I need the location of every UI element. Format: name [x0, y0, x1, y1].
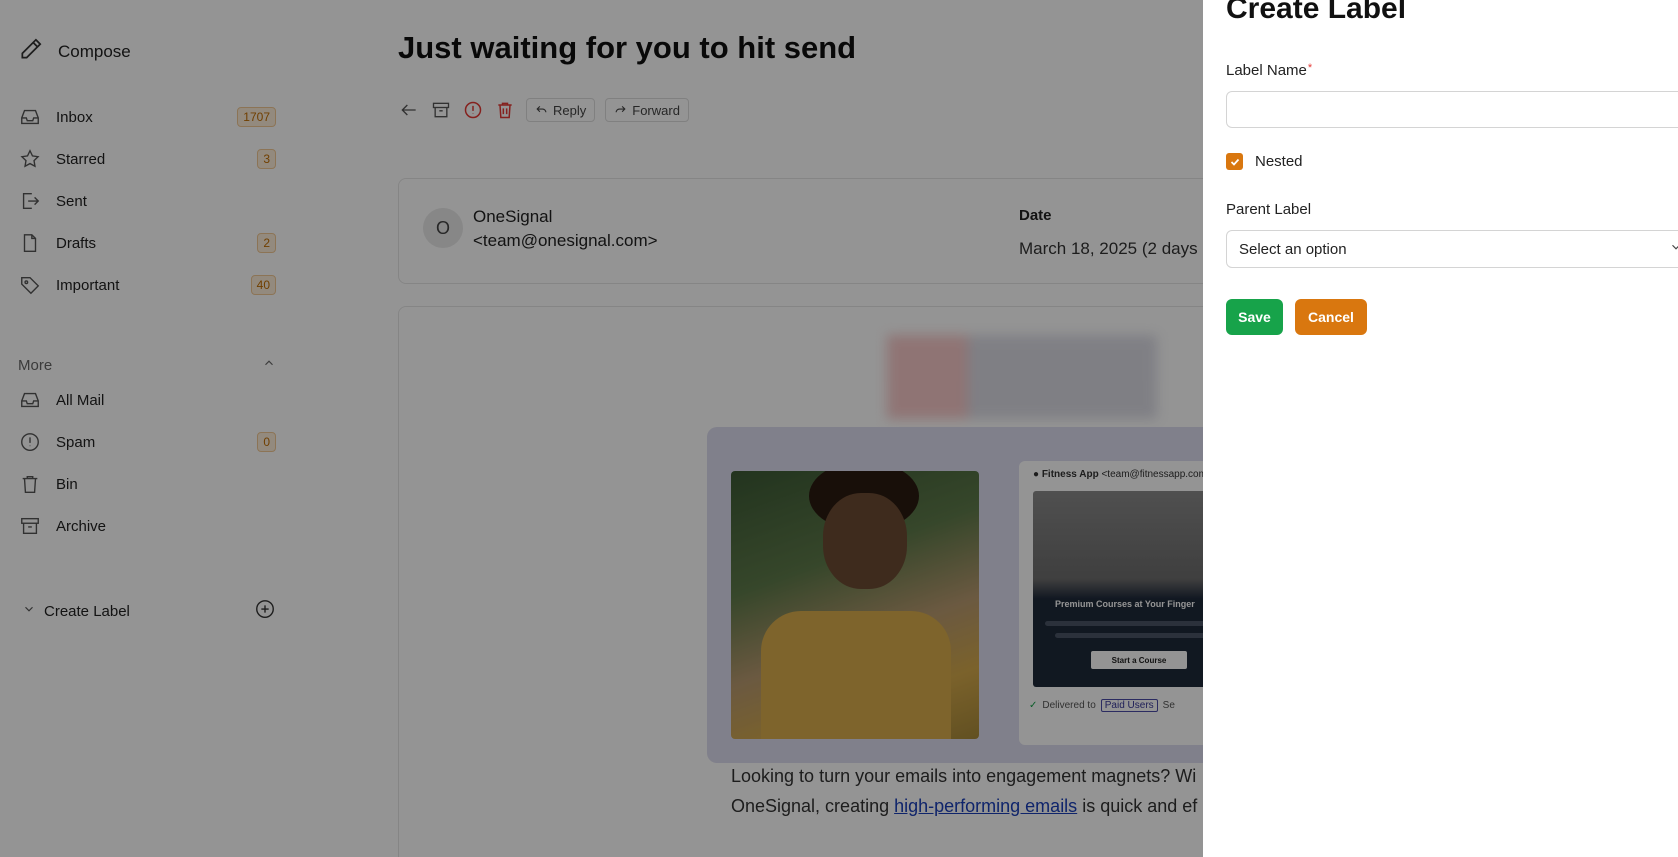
drawer-title: Create Label [1226, 0, 1407, 25]
save-button[interactable]: Save [1226, 299, 1283, 335]
label-name-input[interactable] [1226, 91, 1678, 128]
nested-checkbox-row[interactable]: Nested [1226, 153, 1303, 170]
chevron-down-icon [1669, 240, 1678, 258]
select-placeholder: Select an option [1239, 240, 1347, 258]
nested-label: Nested [1255, 153, 1303, 170]
parent-label-label: Parent Label [1226, 201, 1312, 218]
create-label-drawer: Create Label Label Name* Nested Parent L… [1203, 0, 1678, 857]
nested-checkbox[interactable] [1226, 153, 1243, 170]
cancel-button[interactable]: Cancel [1295, 299, 1367, 335]
required-mark: * [1307, 62, 1313, 74]
parent-label-select[interactable]: Select an option [1226, 230, 1678, 268]
label-name-label: Label Name* [1226, 62, 1313, 79]
